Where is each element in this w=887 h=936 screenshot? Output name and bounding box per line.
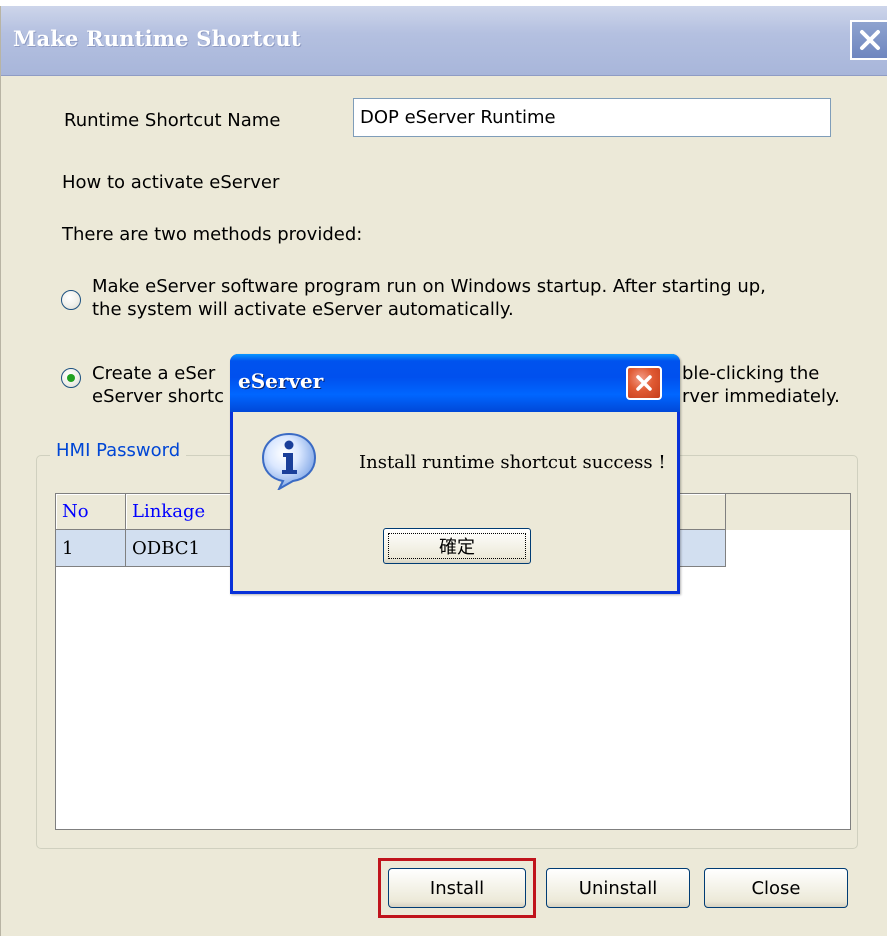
radio-selected-dot [67, 374, 75, 382]
option-startup-line1: Make eServer software program run on Win… [92, 276, 766, 297]
ok-button-label: 確定 [439, 537, 475, 558]
header-filler [726, 494, 850, 530]
column-header-no[interactable]: No [56, 494, 126, 530]
option-startup-radio[interactable] [61, 290, 81, 310]
message-close-button[interactable] [626, 366, 662, 400]
message-text: Install runtime shortcut success ! [359, 452, 666, 473]
close-icon [636, 375, 652, 391]
close-button[interactable]: Close [704, 868, 848, 908]
uninstall-button[interactable]: Uninstall [546, 868, 690, 908]
message-title-bar[interactable]: eServer [230, 354, 680, 412]
message-title: eServer [238, 369, 324, 393]
option-shortcut-line1-left: Create a eSer [92, 363, 216, 384]
info-icon [261, 432, 317, 490]
option-shortcut-line2-right: rver immediately. [682, 386, 840, 407]
title-bar[interactable]: Make Runtime Shortcut [1, 6, 887, 76]
option-startup-line2: the system will activate eServer automat… [92, 299, 514, 320]
hmi-password-legend: HMI Password [50, 440, 187, 461]
close-window-button[interactable] [850, 20, 887, 60]
methods-heading: There are two methods provided: [62, 224, 363, 245]
cell-no[interactable]: 1 [56, 530, 126, 567]
option-shortcut-line2-left: eServer shortc [92, 386, 224, 407]
activate-heading: How to activate eServer [62, 172, 280, 193]
window-title: Make Runtime Shortcut [13, 26, 301, 51]
shortcut-name-input[interactable]: DOP eServer Runtime [353, 98, 831, 137]
option-shortcut-radio[interactable] [61, 368, 81, 388]
install-button[interactable]: Install [388, 868, 526, 908]
ok-button[interactable]: 確定 [383, 528, 531, 564]
close-icon [860, 30, 880, 50]
shortcut-name-label: Runtime Shortcut Name [64, 110, 281, 131]
eserver-message-box: eServer Install runtime shortcut success… [230, 354, 680, 594]
option-shortcut-line1-right: ble-clicking the [682, 363, 820, 384]
